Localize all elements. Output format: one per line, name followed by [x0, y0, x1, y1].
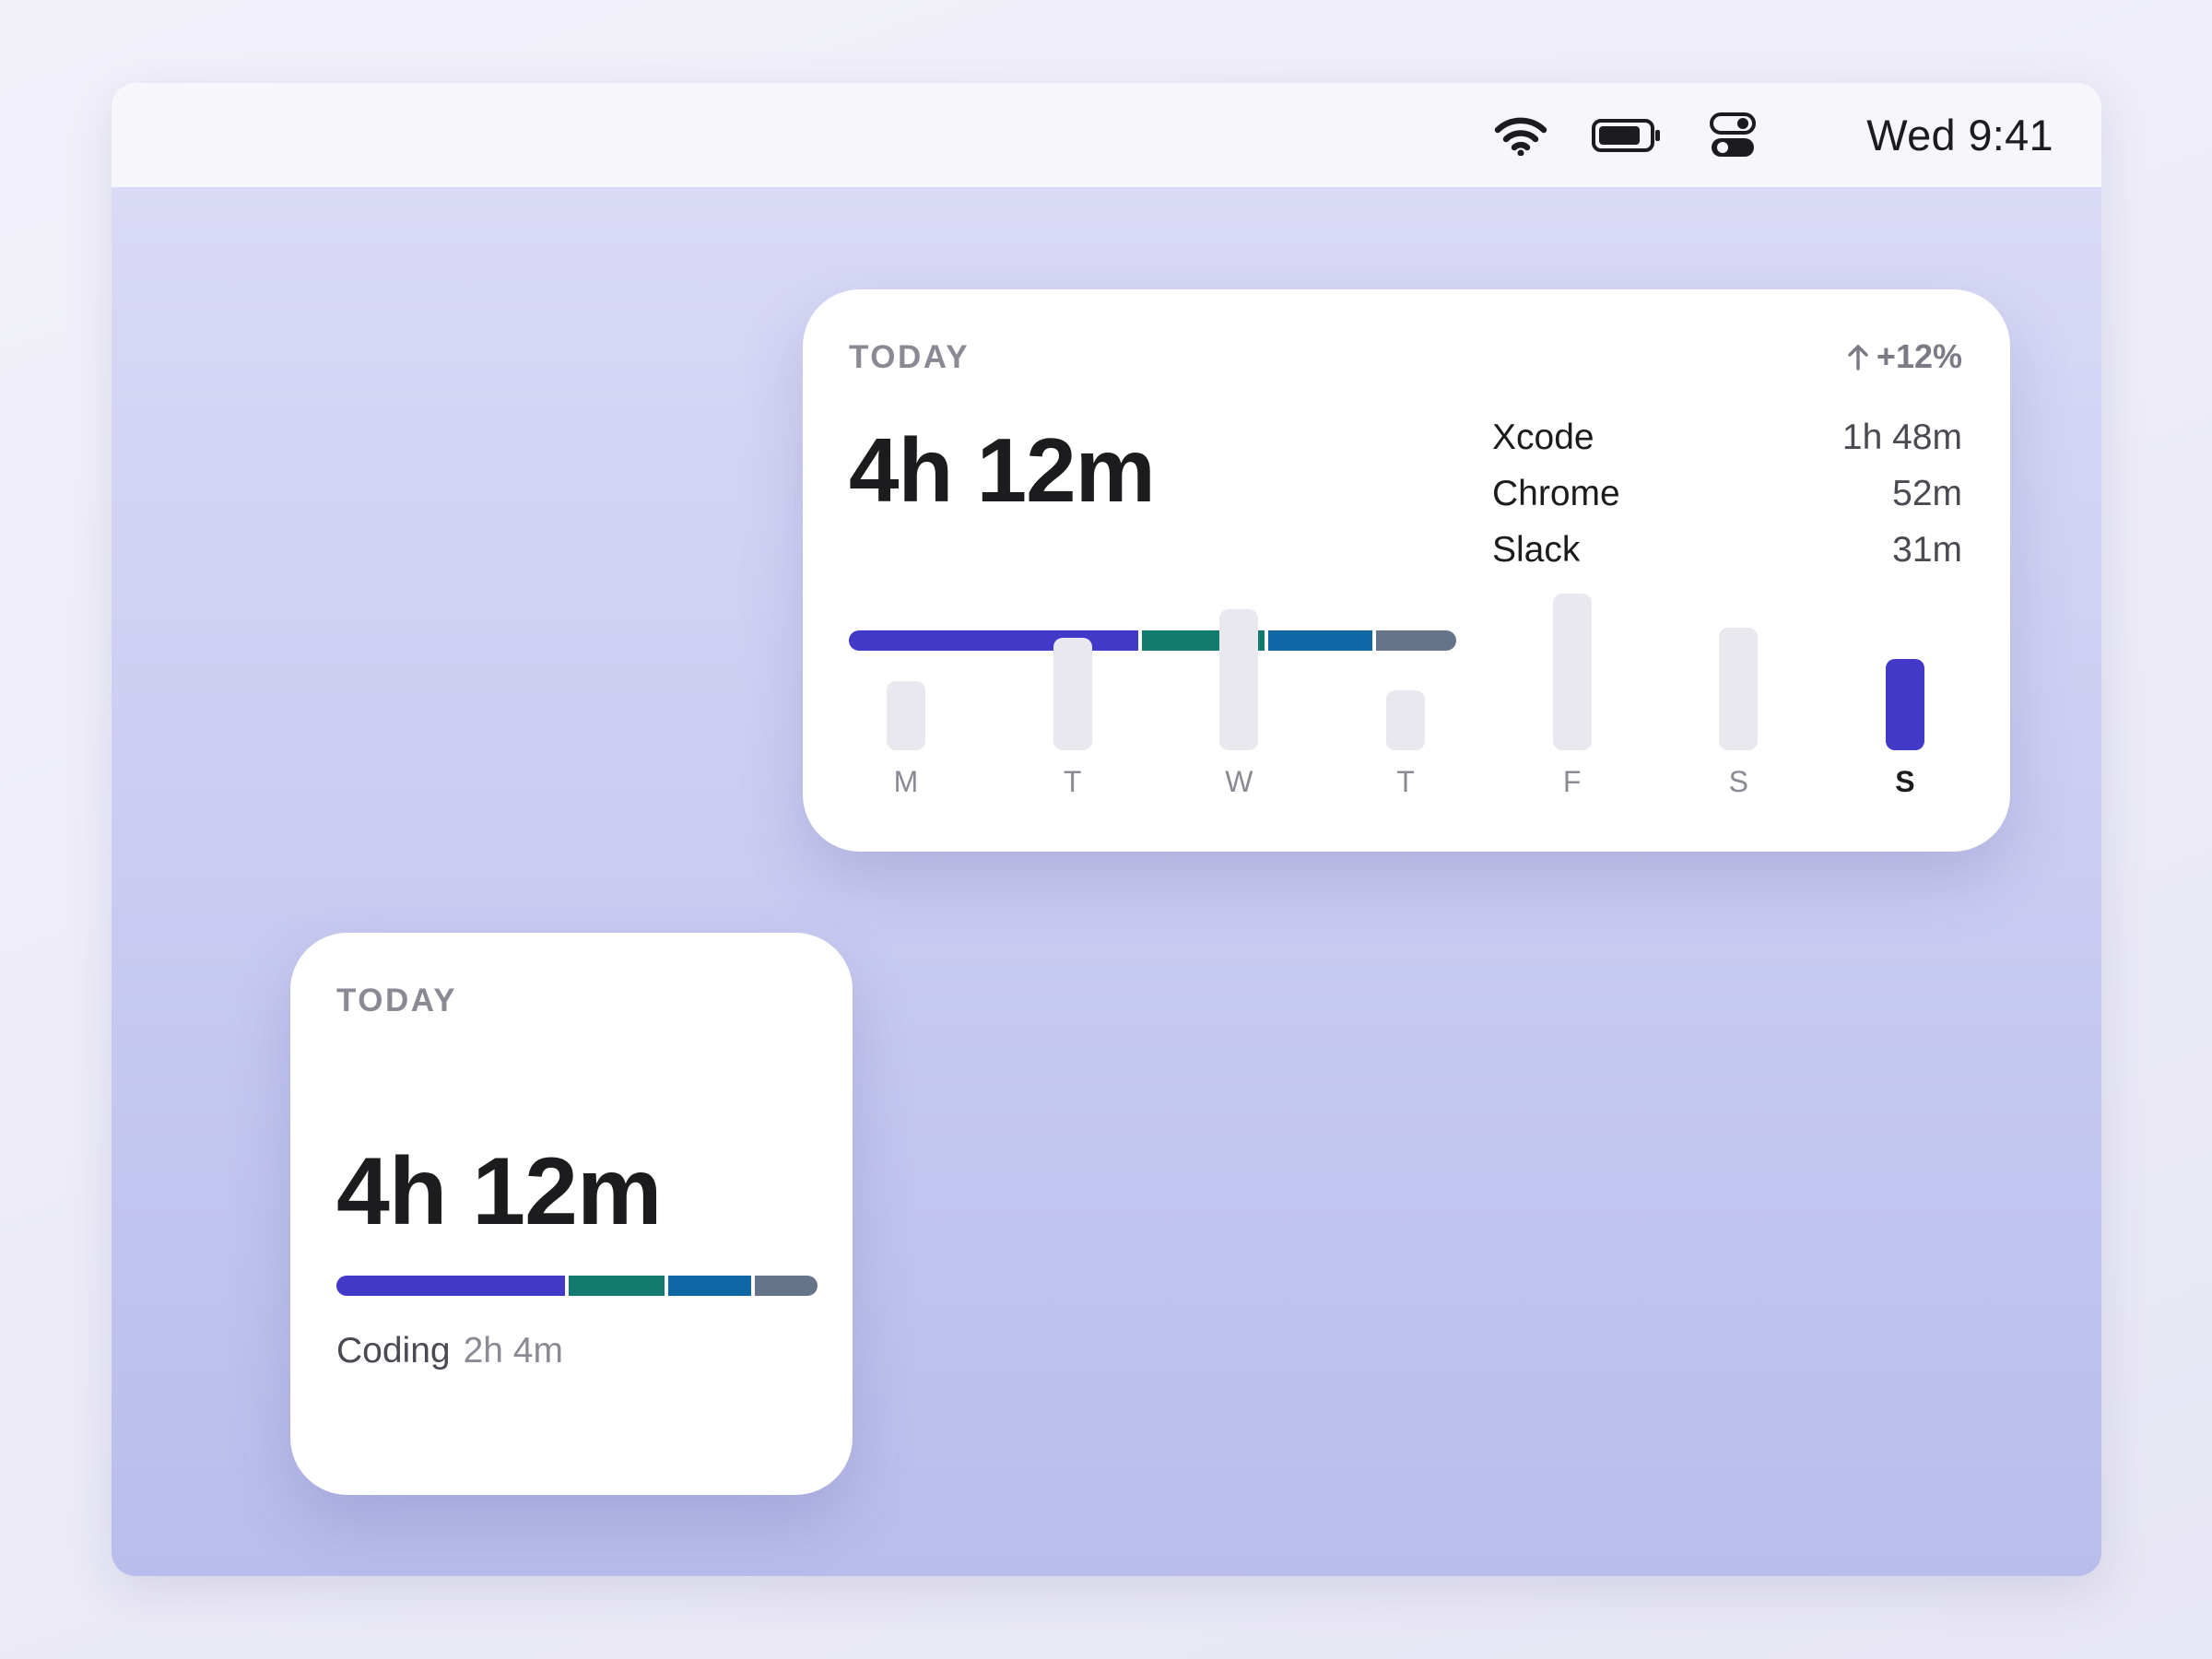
desktop-window: Wed 9:41 TODAY +12% 4h 12m Xcode 1h 48m Ch… [112, 83, 2101, 1576]
app-time: 31m [1892, 529, 1962, 570]
day-label: T [1396, 765, 1415, 798]
app-time: 1h 48m [1841, 417, 1962, 457]
menu-bar-clock[interactable]: Wed 9:41 [1866, 110, 2053, 160]
widget-label: TODAY [849, 339, 971, 375]
day-bar [1719, 628, 1759, 750]
breakdown-segment [665, 1276, 751, 1296]
screen-time-widget-large[interactable]: TODAY +12% 4h 12m Xcode 1h 48m Chrome 52m Sl… [803, 289, 2010, 852]
trend-value: +12% [1876, 337, 1962, 375]
control-center-icon[interactable] [1710, 112, 1757, 159]
app-time: 52m [1892, 473, 1962, 513]
breakdown-segment [336, 1276, 565, 1296]
day-label: M [893, 765, 919, 798]
day-label: T [1063, 765, 1082, 798]
day-bar [1885, 659, 1924, 750]
day-column[interactable]: W [1193, 594, 1285, 806]
day-bar [1053, 638, 1092, 750]
weekly-chart: MTWTFSS [849, 594, 1962, 806]
category-time: 2h 4m [463, 1331, 563, 1371]
app-name: Slack [1492, 529, 1581, 570]
battery-icon[interactable] [1592, 118, 1662, 153]
arrow-up-icon [1848, 345, 1868, 371]
day-column[interactable]: T [1027, 594, 1119, 806]
breakdown-segment [564, 1276, 665, 1296]
day-bar [1385, 690, 1425, 750]
day-label: F [1562, 765, 1582, 798]
breakdown-segment [750, 1276, 818, 1296]
app-row: Chrome 52m [1492, 465, 1962, 522]
trend-indicator: +12% [1847, 337, 1962, 376]
day-bar [1552, 594, 1592, 750]
day-label: S [1728, 765, 1748, 798]
app-name: Chrome [1492, 473, 1620, 513]
top-apps-list: Xcode 1h 48m Chrome 52m Slack 31m [1492, 409, 1962, 578]
app-name: Xcode [1492, 417, 1594, 457]
menu-bar: Wed 9:41 [112, 83, 2101, 187]
category-name: Coding [336, 1331, 451, 1371]
app-row: Slack 31m [1492, 522, 1962, 578]
day-column[interactable]: S [1692, 594, 1784, 806]
day-bar [1219, 609, 1259, 750]
day-column[interactable]: F [1526, 594, 1618, 806]
day-bar [887, 681, 925, 750]
day-column[interactable]: S [1859, 594, 1951, 806]
day-label: W [1225, 765, 1253, 798]
day-column[interactable]: M [860, 594, 952, 806]
total-time: 4h 12m [849, 419, 1156, 521]
usage-breakdown-bar [336, 1276, 818, 1296]
widget-label: TODAY [336, 982, 458, 1018]
wifi-icon[interactable] [1494, 115, 1547, 156]
screen-time-widget-small[interactable]: TODAY 4h 12m Coding 2h 4m [290, 933, 853, 1495]
total-time: 4h 12m [336, 1138, 662, 1245]
top-category: Coding 2h 4m [336, 1331, 563, 1371]
app-row: Xcode 1h 48m [1492, 409, 1962, 465]
day-label: S [1895, 765, 1915, 798]
day-column[interactable]: T [1359, 594, 1452, 806]
